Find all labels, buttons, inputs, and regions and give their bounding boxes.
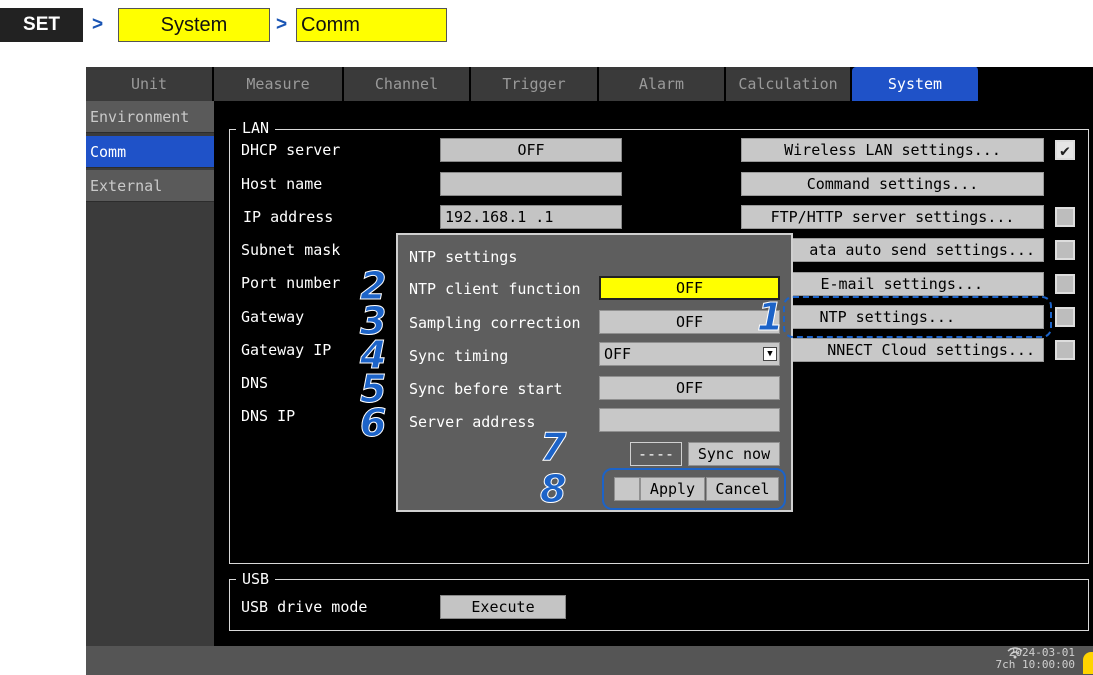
ftp-http-settings-button[interactable]: FTP/HTTP server settings...: [741, 205, 1044, 229]
corner-indicator-icon: [1083, 652, 1093, 674]
ntp-client-field[interactable]: OFF: [599, 276, 780, 300]
callout-7: 7: [539, 425, 567, 469]
ntp-checkbox[interactable]: [1055, 307, 1075, 327]
tab-alarm[interactable]: Alarm: [599, 67, 726, 101]
email-checkbox[interactable]: [1055, 274, 1075, 294]
status-channels: 7ch: [995, 658, 1016, 671]
usb-drive-mode-label: USB drive mode: [241, 598, 368, 616]
host-name-field[interactable]: [440, 172, 622, 196]
sync-timing-dropdown[interactable]: OFF ▼: [599, 342, 780, 366]
usb-group-title: USB: [236, 570, 276, 588]
sync-now-button[interactable]: Sync now: [688, 442, 780, 466]
callout-6: 6: [359, 401, 387, 445]
subnet-mask-label: Subnet mask: [241, 241, 341, 259]
gateway-label: Gateway: [241, 308, 305, 326]
sampling-correction-field[interactable]: OFF: [599, 310, 780, 334]
sync-timing-value: OFF: [604, 345, 632, 363]
tab-measure[interactable]: Measure: [214, 67, 344, 101]
sync-before-start-label: Sync before start: [409, 380, 563, 398]
dns-ip-label: DNS IP: [241, 407, 296, 425]
sampling-correction-label: Sampling correction: [409, 314, 581, 332]
connect-cloud-checkbox[interactable]: [1055, 340, 1075, 360]
sync-before-start-field[interactable]: OFF: [599, 376, 780, 400]
callout-8: 8: [539, 467, 567, 511]
status-bar: [86, 646, 1093, 675]
dns-label: DNS: [241, 374, 269, 392]
breadcrumb-system: System: [118, 8, 270, 42]
status-time: 10:00:00: [1022, 658, 1075, 671]
ftp-http-checkbox[interactable]: [1055, 207, 1075, 227]
ntp-settings-highlight: [783, 296, 1052, 338]
callout-1: 1: [756, 295, 784, 339]
port-number-label: Port number: [241, 274, 341, 292]
sync-timing-label: Sync timing: [409, 347, 509, 365]
sidebar-item-external[interactable]: External: [86, 170, 214, 202]
tab-calculation[interactable]: Calculation: [726, 67, 852, 101]
apply-cancel-highlight: [602, 468, 786, 510]
wireless-lan-settings-button[interactable]: Wireless LAN settings...: [741, 138, 1044, 162]
breadcrumb-comm: Comm: [296, 8, 447, 42]
sync-status-display: ----: [630, 442, 682, 466]
dhcp-label: DHCP server: [241, 141, 341, 159]
ntp-client-label: NTP client function: [409, 280, 581, 298]
tab-system[interactable]: System: [852, 67, 980, 101]
tab-channel[interactable]: Channel: [344, 67, 471, 101]
dhcp-field[interactable]: OFF: [440, 138, 622, 162]
tab-trigger[interactable]: Trigger: [471, 67, 599, 101]
tab-unit[interactable]: Unit: [86, 67, 214, 101]
breadcrumb-arrow-1: >: [92, 14, 104, 35]
ip-address-field[interactable]: 192.168.1 .1: [440, 205, 622, 229]
host-name-label: Host name: [241, 175, 323, 193]
status-datetime: 2024-03-01 7ch 10:00:00: [996, 647, 1075, 671]
breadcrumb-arrow-2: >: [276, 14, 288, 35]
command-settings-button[interactable]: Command settings...: [741, 172, 1044, 196]
check-icon: ✔: [1060, 140, 1070, 160]
sidebar-item-comm[interactable]: Comm: [86, 136, 214, 168]
usb-execute-button[interactable]: Execute: [440, 595, 566, 619]
ntp-dialog-title: NTP settings: [409, 248, 518, 266]
wireless-lan-checkbox[interactable]: ✔: [1055, 140, 1075, 160]
breadcrumb-set: SET: [0, 8, 83, 42]
server-address-label: Server address: [409, 413, 536, 431]
sidebar-item-environment[interactable]: Environment: [86, 101, 214, 133]
lan-group-title: LAN: [236, 119, 276, 137]
gateway-ip-label: Gateway IP: [241, 341, 332, 359]
dropdown-arrow-icon[interactable]: ▼: [763, 347, 777, 361]
server-address-field[interactable]: [599, 408, 780, 432]
data-auto-send-checkbox[interactable]: [1055, 240, 1075, 260]
ip-address-label: IP address: [243, 208, 334, 226]
